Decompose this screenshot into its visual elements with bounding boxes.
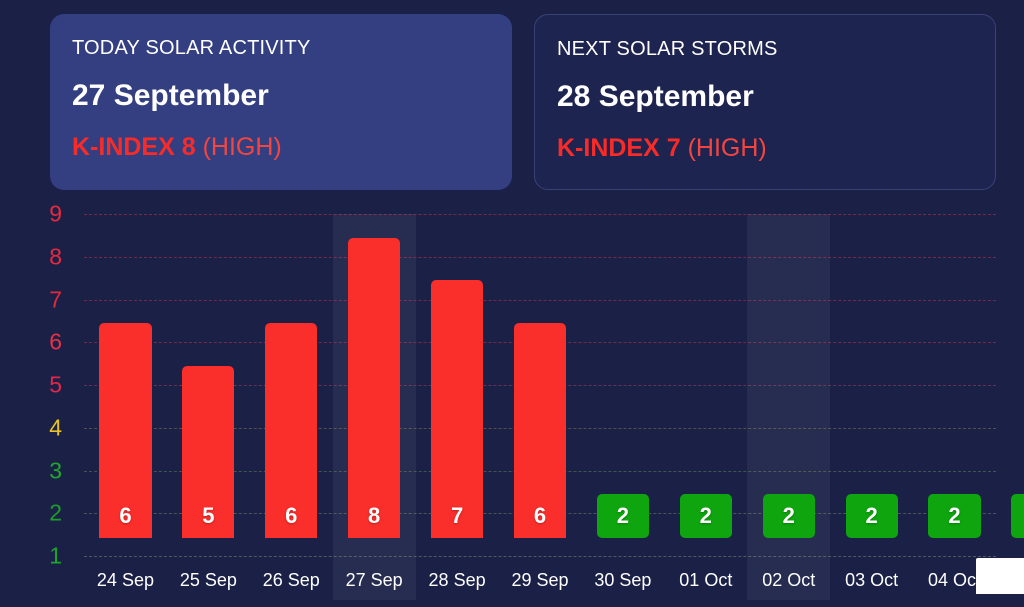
card-next-label: NEXT SOLAR STORMS	[557, 38, 778, 60]
chart-tooltip	[976, 558, 1024, 594]
summary-cards: TODAY SOLAR ACTIVITY 27 September K-INDE…	[0, 0, 1024, 190]
chart-y-axis: 9 8 7 6 5 4 3 2 1	[0, 201, 84, 569]
bar-29-sep[interactable]: 6	[513, 323, 567, 539]
y-axis-tick-7: 7	[49, 286, 62, 312]
y-axis-tick-5: 5	[49, 371, 62, 398]
card-today-kindex-level: (HIGH)	[202, 133, 282, 161]
card-today-label: TODAY SOLAR ACTIVITY	[72, 37, 311, 59]
chart-x-axis: 24 Sep 25 Sep 26 Sep 27 Sep 28 Sep 29 Sep 30 S…	[84, 556, 996, 596]
card-today-kindex: K-INDEX 8 (HIGH)	[72, 132, 512, 162]
x-axis-label-03-oct: 03 Oct	[845, 570, 899, 590]
bar-28-sep[interactable]: 7	[430, 280, 484, 539]
bar-value-label: 5	[202, 503, 215, 529]
card-next-solar-storms[interactable]: NEXT SOLAR STORMS 28 September K-INDEX 7…	[534, 14, 996, 190]
bar-value-label: 2	[782, 503, 795, 529]
bar-03-oct[interactable]: 2	[845, 494, 898, 539]
bar-value-label: 2	[948, 503, 961, 529]
x-axis-label-25-sep: 25 Sep	[179, 570, 237, 590]
k-index-bar-chart[interactable]: 9 8 7 6 5 4 3 2 1 6 5 6 8 7 6 2 2 2 2 2 24 Sep 25 Sep 26 Sep…	[0, 201, 1024, 600]
card-today-kindex-value: K-INDEX 8	[72, 133, 196, 161]
bar-value-label: 7	[450, 503, 464, 529]
x-axis-label-04-oct: 04 Oct	[928, 570, 982, 590]
card-today-date: 27 September	[72, 79, 269, 112]
y-axis-tick-2: 2	[49, 499, 62, 526]
bar-value-label: 2	[699, 503, 712, 529]
bar-value-label: 2	[616, 503, 630, 529]
x-axis-label-30-sep: 30 Sep	[594, 570, 652, 590]
x-axis-label-26-sep: 26 Sep	[262, 570, 320, 590]
x-axis-label-02-oct: 02 Oct	[762, 570, 816, 590]
card-today-solar-activity[interactable]: TODAY SOLAR ACTIVITY 27 September K-INDE…	[50, 14, 512, 190]
bar-01-oct[interactable]: 2	[679, 494, 732, 539]
bar-value-label: 6	[533, 503, 547, 529]
card-next-date: 28 September	[557, 80, 754, 113]
bar-value-label: 6	[285, 503, 298, 529]
bar-value-label: 8	[368, 503, 381, 529]
x-axis-label-27-sep: 27 Sep	[345, 570, 403, 590]
x-axis-label-29-sep: 29 Sep	[511, 570, 569, 590]
x-axis-label-24-sep: 24 Sep	[96, 570, 154, 590]
y-axis-tick-3: 3	[49, 457, 62, 483]
bar-24-sep[interactable]: 6	[99, 323, 152, 539]
bar-30-sep[interactable]: 2	[596, 494, 649, 539]
bar-25-sep[interactable]: 5	[182, 365, 235, 539]
bar-26-sep[interactable]: 6	[265, 323, 318, 539]
bar-value-label: 2	[865, 503, 878, 529]
card-next-kindex-level: (HIGH)	[687, 134, 767, 162]
bar-partial-clipped[interactable]	[1011, 494, 1024, 539]
y-axis-tick-1: 1	[49, 542, 62, 569]
y-axis-tick-6: 6	[49, 328, 62, 355]
y-axis-tick-4: 4	[49, 414, 62, 441]
bar-value-label: 6	[119, 503, 132, 529]
chart-bars[interactable]: 6 5 6 8 7 6 2 2 2 2 2	[84, 214, 1024, 556]
bar-04-oct[interactable]: 2	[928, 494, 981, 539]
card-next-kindex-value: K-INDEX 7	[557, 134, 681, 162]
x-axis-label-01-oct: 01 Oct	[679, 570, 733, 590]
card-next-kindex: K-INDEX 7 (HIGH)	[557, 133, 995, 163]
bar-02-oct[interactable]: 2	[762, 494, 815, 539]
y-axis-tick-9: 9	[49, 200, 62, 227]
y-axis-tick-8: 8	[49, 243, 62, 270]
x-axis-label-28-sep: 28 Sep	[428, 570, 486, 590]
bar-27-sep[interactable]: 8	[348, 237, 401, 539]
